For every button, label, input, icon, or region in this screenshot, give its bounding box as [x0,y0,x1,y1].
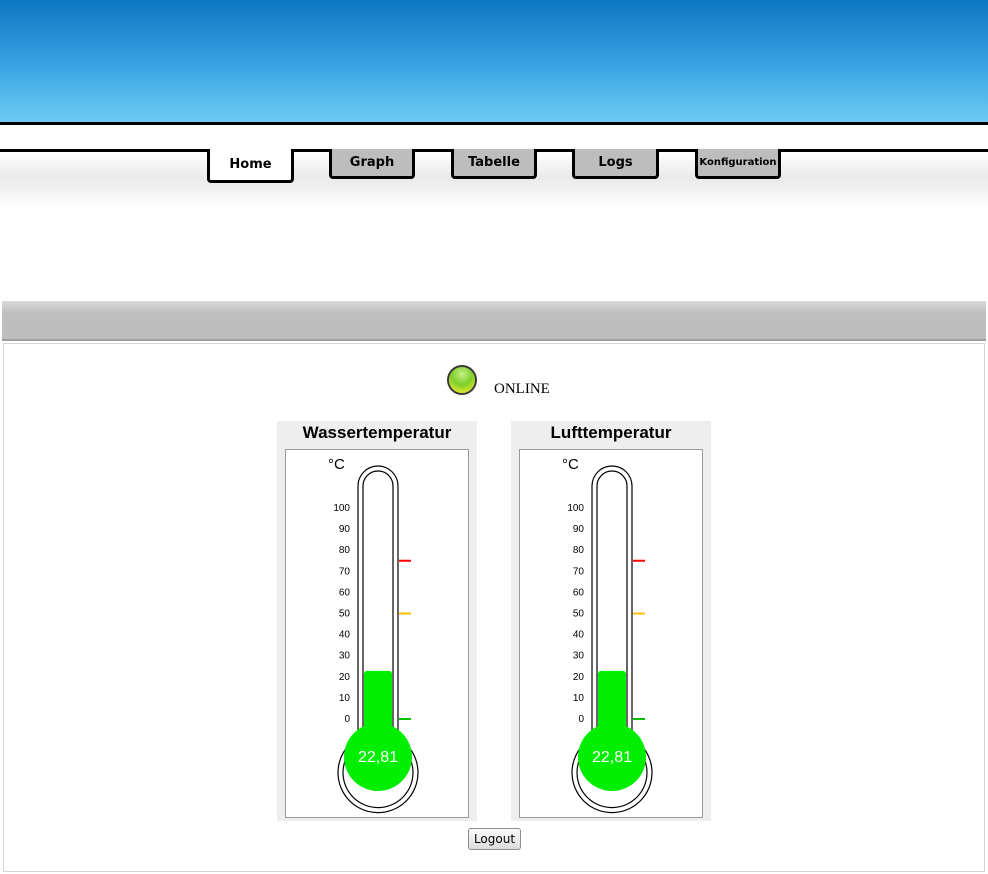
gauge-frame: 22,81 °C 100 90 80 70 60 50 40 30 20 10 0 [519,449,703,818]
tick-label: 60 [573,587,585,598]
content-panel [3,343,985,872]
status-led-icon [447,365,477,395]
tab-home[interactable]: Home [207,149,294,183]
tab-graph[interactable]: Graph [329,149,415,179]
gauge-card-lufttemperatur: Lufttemperatur 22,81 °C 100 90 80 70 60 50 40 30 2… [511,421,711,821]
section-header-bar [2,301,986,341]
gauge-frame: 22,81 °C 100 90 80 70 60 50 40 30 20 10 0 [285,449,469,818]
gauge-card-wassertemperatur: Wassertemperatur 22,81 °C 100 90 80 70 60 50 40 3… [277,421,477,821]
gauge-unit-label: °C [328,456,345,473]
tick-label: 20 [339,672,351,683]
tick-label: 40 [573,630,585,641]
tab-konfiguration[interactable]: Konfiguration [695,149,781,179]
thermometer-icon: 22,81°C1009080706050403020100 [328,456,419,814]
tick-label: 10 [573,693,585,704]
header-banner [0,0,988,122]
tick-label: 20 [573,672,585,683]
tick-label: 30 [339,651,351,662]
tick-label: 70 [339,566,351,577]
tab-logs[interactable]: Logs [572,149,659,179]
gauge-title: Lufttemperatur [550,423,672,442]
header-divider [0,122,988,125]
tick-label: 80 [339,545,351,556]
tick-label: 30 [573,651,585,662]
tick-label: 0 [578,714,584,725]
tick-label: 40 [339,630,351,641]
gauge-value-label: 22,81 [592,749,632,766]
tick-label: 50 [339,609,351,620]
tick-label: 90 [573,524,585,535]
tick-label: 100 [333,503,350,514]
tick-label: 80 [573,545,585,556]
gauge-unit-label: °C [562,456,579,473]
status-text: ONLINE [494,381,550,397]
tick-label: 10 [339,693,351,704]
gauge-value-label: 22,81 [358,749,398,766]
tick-label: 90 [339,524,351,535]
tab-tabelle[interactable]: Tabelle [451,149,537,179]
tick-label: 0 [344,714,350,725]
tick-label: 60 [339,587,351,598]
tick-label: 70 [573,566,585,577]
gauge-title: Wassertemperatur [302,423,452,442]
tick-label: 50 [573,609,585,620]
thermometer-icon: 22,81°C1009080706050403020100 [562,456,653,814]
logout-button[interactable]: Logout [468,828,521,850]
tick-label: 100 [567,503,584,514]
